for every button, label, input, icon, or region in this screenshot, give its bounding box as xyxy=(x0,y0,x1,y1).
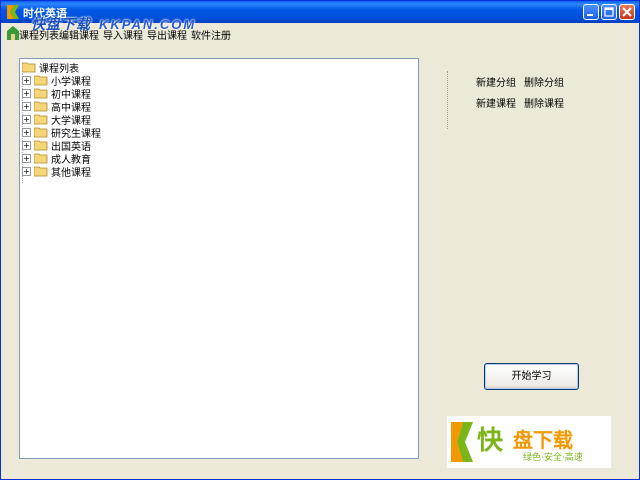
logo-name: 盘下载 xyxy=(513,428,573,452)
delete-course-link[interactable]: 删除课程 xyxy=(524,95,564,110)
delete-group-link[interactable]: 删除分组 xyxy=(524,74,564,89)
brand-logo: 快 盘下载 绿色·安全·高速 xyxy=(447,416,611,468)
menu-course-list[interactable]: 课程列表 xyxy=(19,27,59,42)
menu-export-course[interactable]: 导出课程 xyxy=(147,27,187,42)
folder-icon xyxy=(34,88,48,99)
logo-char: 快 xyxy=(477,426,504,456)
menu-bar: 课程列表 编辑课程 导入课程 导出课程 软件注册 xyxy=(1,23,639,43)
course-list-icon xyxy=(7,26,19,40)
start-learning-button[interactable]: 开始学习 xyxy=(484,363,579,390)
expand-icon[interactable]: + xyxy=(22,115,31,124)
expand-icon[interactable]: + xyxy=(22,154,31,163)
minimize-button[interactable] xyxy=(583,4,599,20)
minimize-icon xyxy=(587,14,593,16)
folder-open-icon xyxy=(22,62,36,72)
logo-graphic: 快 盘下载 绿色·安全·高速 xyxy=(451,422,583,463)
close-button[interactable] xyxy=(619,4,635,20)
tree-root[interactable]: 课程列表 xyxy=(22,61,79,75)
folder-icon xyxy=(34,101,48,112)
app-icon xyxy=(7,5,19,19)
app-window: 时代英语 快盘下载 KKPAN.COM 课程列表 编辑课程 导入课程 导出课程 软… xyxy=(0,0,640,480)
tree-node-label: 其他课程 xyxy=(51,168,91,179)
expand-icon[interactable]: + xyxy=(22,128,31,137)
menu-edit-course[interactable]: 编辑课程 xyxy=(59,27,99,42)
expand-icon[interactable]: + xyxy=(22,76,31,85)
expand-icon[interactable]: + xyxy=(22,89,31,98)
close-icon xyxy=(622,7,632,17)
folder-icon xyxy=(34,127,48,138)
expand-icon[interactable]: + xyxy=(22,102,31,111)
course-tree[interactable]: 课程列表 + 小学课程 + 初中课程 + 高中课程 + 大学课程 + 研究生课程 xyxy=(19,58,419,459)
divider xyxy=(447,71,448,129)
logo-slogan: 绿色·安全·高速 xyxy=(523,451,583,463)
folder-icon xyxy=(34,75,48,86)
menu-import-course[interactable]: 导入课程 xyxy=(103,27,143,42)
folder-icon xyxy=(34,166,48,177)
folder-icon xyxy=(34,140,48,151)
maximize-icon xyxy=(604,7,614,17)
title-bar[interactable]: 时代英语 快盘下载 KKPAN.COM xyxy=(1,1,639,32)
maximize-button[interactable] xyxy=(601,4,617,20)
new-group-link[interactable]: 新建分组 xyxy=(476,74,516,89)
tree-node[interactable]: + 其他课程 xyxy=(22,165,91,179)
expand-icon[interactable]: + xyxy=(22,141,31,150)
folder-icon xyxy=(34,153,48,164)
menu-register[interactable]: 软件注册 xyxy=(191,27,231,42)
folder-icon xyxy=(34,114,48,125)
expand-icon[interactable]: + xyxy=(22,167,31,176)
new-course-link[interactable]: 新建课程 xyxy=(476,95,516,110)
